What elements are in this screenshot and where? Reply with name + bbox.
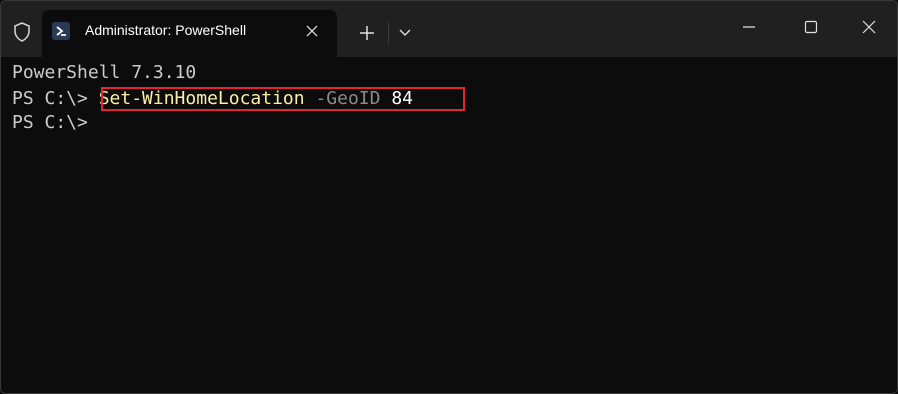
terminal-output[interactable]: PowerShell 7.3.10 PS C:\> Set-WinHomeLoc… [1,57,897,393]
close-tab-icon[interactable] [303,22,321,40]
new-tab-button[interactable] [355,21,379,45]
title-bar[interactable]: Administrator: PowerShell [1,1,897,57]
prompt: PS C:\> [12,88,88,109]
powershell-icon [52,22,70,40]
separator [388,22,389,44]
minimize-button[interactable] [735,13,763,41]
tab-title: Administrator: PowerShell [85,22,247,38]
tab-powershell[interactable]: Administrator: PowerShell [42,10,337,57]
chevron-down-icon[interactable] [393,21,417,45]
highlight-box [101,87,465,111]
close-window-button[interactable] [855,13,883,41]
maximize-button[interactable] [797,13,825,41]
shield-icon [10,20,34,44]
prompt-line[interactable]: PS C:\> [12,111,88,135]
version-line: PowerShell 7.3.10 [12,62,197,83]
terminal-window: Administrator: PowerShell PowerShell 7.3… [0,0,898,394]
